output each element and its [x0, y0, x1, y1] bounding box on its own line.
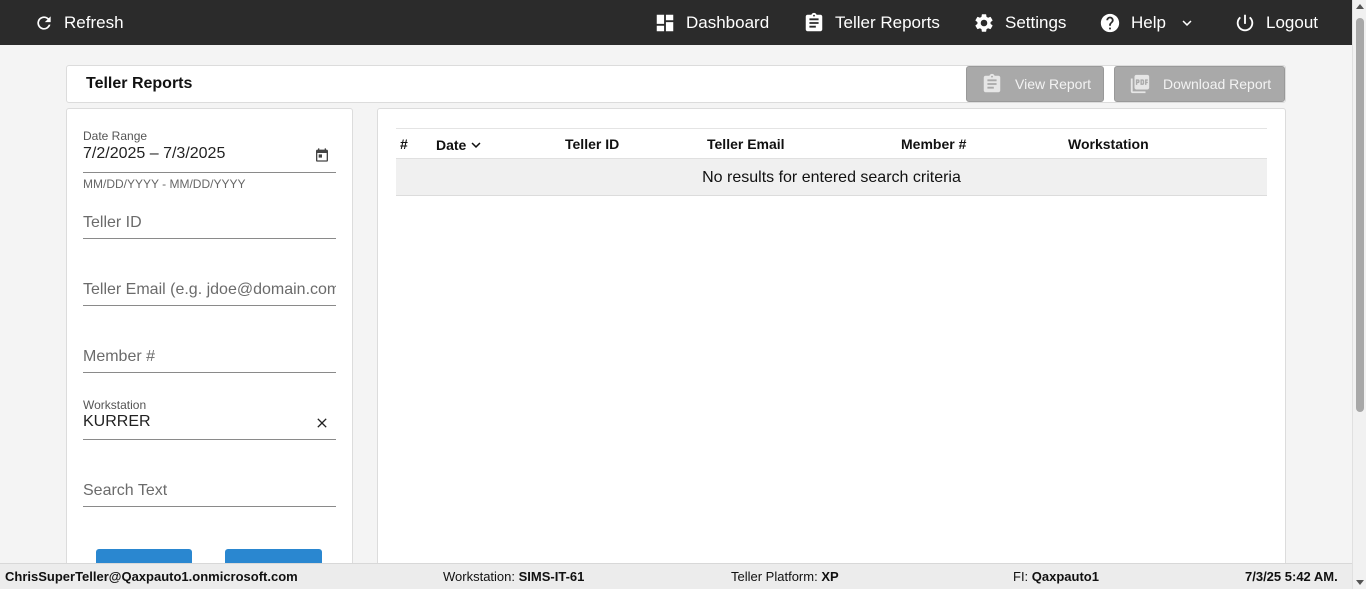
status-fi: FI: Qaxpauto1	[1013, 569, 1099, 584]
help-icon	[1100, 13, 1120, 32]
status-fi-label: FI:	[1013, 569, 1029, 584]
close-icon[interactable]	[314, 415, 330, 431]
status-user: ChrisSuperTeller@Qaxpauto1.onmicrosoft.c…	[5, 569, 298, 584]
nav-dashboard[interactable]: Dashboard	[654, 0, 769, 45]
workstation-label: Workstation	[83, 398, 147, 412]
nav-settings-label: Settings	[1005, 12, 1067, 32]
dashboard-icon	[656, 14, 674, 31]
logout-label: Logout	[1266, 12, 1318, 32]
status-workstation-label: Workstation:	[443, 569, 516, 584]
logout-button[interactable]: Logout	[1234, 0, 1318, 45]
nav-teller-reports-label: Teller Reports	[835, 12, 940, 32]
member-number-field[interactable]: Member #	[83, 341, 336, 373]
scrollbar-thumb[interactable]	[1356, 18, 1364, 412]
power-icon	[1236, 14, 1254, 31]
refresh-label: Refresh	[64, 12, 124, 32]
results-panel: # Date Teller ID Teller Email Member # W…	[377, 108, 1286, 578]
table-header: # Date Teller ID Teller Email Member # W…	[396, 128, 1267, 158]
empty-results-message: No results for entered search criteria	[396, 158, 1267, 196]
date-range-hint: MM/DD/YYYY - MM/DD/YYYY	[83, 177, 246, 191]
status-platform-label: Teller Platform:	[731, 569, 818, 584]
scroll-down-arrow-icon[interactable]	[1356, 580, 1364, 585]
download-report-label: Download Report	[1163, 76, 1272, 92]
page-title: Teller Reports	[86, 75, 193, 92]
refresh-icon	[37, 15, 51, 30]
date-range-label: Date Range	[83, 129, 148, 143]
vertical-scrollbar[interactable]	[1352, 0, 1366, 589]
download-report-button[interactable]: Download Report	[1114, 66, 1285, 102]
teller-id-placeholder: Teller ID	[83, 214, 142, 231]
status-platform-value: XP	[821, 569, 839, 584]
clipboard-icon	[983, 73, 1001, 93]
date-range-value: 7/2/2025 – 7/3/2025	[83, 145, 226, 162]
nav-teller-reports[interactable]: Teller Reports	[803, 0, 940, 45]
column-header-number[interactable]: #	[400, 136, 408, 152]
search-text-field[interactable]: Search Text	[83, 475, 336, 507]
filter-panel: Date Range 7/2/2025 – 7/3/2025 MM/DD/YYY…	[66, 108, 353, 578]
top-nav-bar: Refresh Dashboard Teller Reports Setting…	[0, 0, 1352, 45]
gear-icon	[975, 13, 993, 32]
calendar-icon[interactable]	[314, 147, 330, 163]
view-report-label: View Report	[1015, 76, 1092, 92]
nav-help-label: Help	[1131, 12, 1166, 32]
teller-email-field[interactable]: Teller Email (e.g. jdoe@domain.com)	[83, 274, 336, 306]
status-datetime: 7/3/25 5:42 AM.	[1245, 569, 1338, 584]
view-report-button[interactable]: View Report	[966, 66, 1104, 102]
status-workstation-value: SIMS-IT-61	[518, 569, 585, 584]
member-number-placeholder: Member #	[83, 348, 156, 365]
column-header-teller-email[interactable]: Teller Email	[707, 136, 785, 152]
column-header-date-label: Date	[436, 137, 467, 153]
teller-id-field[interactable]: Teller ID	[83, 207, 336, 239]
workstation-field[interactable]: Workstation KURRER	[83, 397, 336, 440]
date-range-field[interactable]: Date Range 7/2/2025 – 7/3/2025	[83, 129, 336, 173]
status-platform: Teller Platform: XP	[731, 569, 839, 584]
pdf-icon	[1130, 74, 1150, 94]
chevron-down-icon	[1182, 19, 1192, 26]
workstation-value: KURRER	[83, 413, 151, 430]
nav-help[interactable]: Help	[1099, 0, 1206, 45]
status-bar: ChrisSuperTeller@Qaxpauto1.onmicrosoft.c…	[0, 563, 1352, 589]
sort-descending-icon	[471, 142, 481, 148]
column-header-workstation[interactable]: Workstation	[1068, 136, 1149, 152]
column-header-member-number[interactable]: Member #	[901, 136, 966, 152]
scroll-up-arrow-icon[interactable]	[1356, 4, 1364, 9]
nav-settings[interactable]: Settings	[973, 0, 1066, 45]
status-fi-value: Qaxpauto1	[1031, 569, 1099, 584]
search-text-placeholder: Search Text	[83, 482, 168, 499]
teller-email-placeholder: Teller Email (e.g. jdoe@domain.com)	[83, 281, 336, 298]
status-workstation: Workstation: SIMS-IT-61	[443, 569, 584, 584]
nav-dashboard-label: Dashboard	[686, 12, 770, 32]
column-header-teller-id[interactable]: Teller ID	[565, 136, 619, 152]
clipboard-icon	[805, 12, 823, 31]
refresh-button[interactable]: Refresh	[34, 0, 124, 45]
column-header-date[interactable]: Date	[436, 136, 485, 154]
